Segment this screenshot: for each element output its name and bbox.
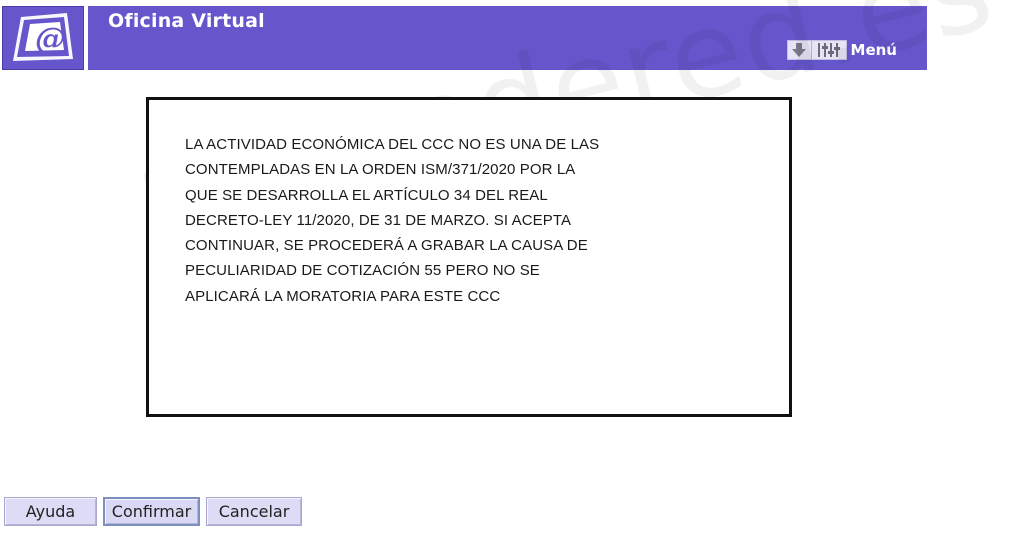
- action-buttons: Ayuda Confirmar Cancelar: [4, 497, 302, 526]
- confirm-button[interactable]: Confirmar: [103, 497, 200, 526]
- menu-area: Menú: [786, 40, 897, 60]
- download-arrow-icon[interactable]: [788, 41, 813, 59]
- cancel-button[interactable]: Cancelar: [206, 497, 302, 526]
- message-box: LA ACTIVIDAD ECONÓMICA DEL CCC NO ES UNA…: [146, 97, 792, 417]
- svg-text:@: @: [35, 22, 65, 57]
- warning-message: LA ACTIVIDAD ECONÓMICA DEL CCC NO ES UNA…: [185, 136, 600, 305]
- app-title: Oficina Virtual: [108, 10, 265, 32]
- app-logo: @: [2, 6, 84, 70]
- sliders-icon[interactable]: [812, 41, 845, 59]
- help-button[interactable]: Ayuda: [4, 497, 97, 526]
- menu-icon-group[interactable]: [786, 40, 847, 60]
- header-bar: Oficina Virtual Menú: [88, 6, 927, 70]
- menu-link[interactable]: Menú: [851, 41, 897, 59]
- at-sign-logo-icon: @: [13, 13, 73, 61]
